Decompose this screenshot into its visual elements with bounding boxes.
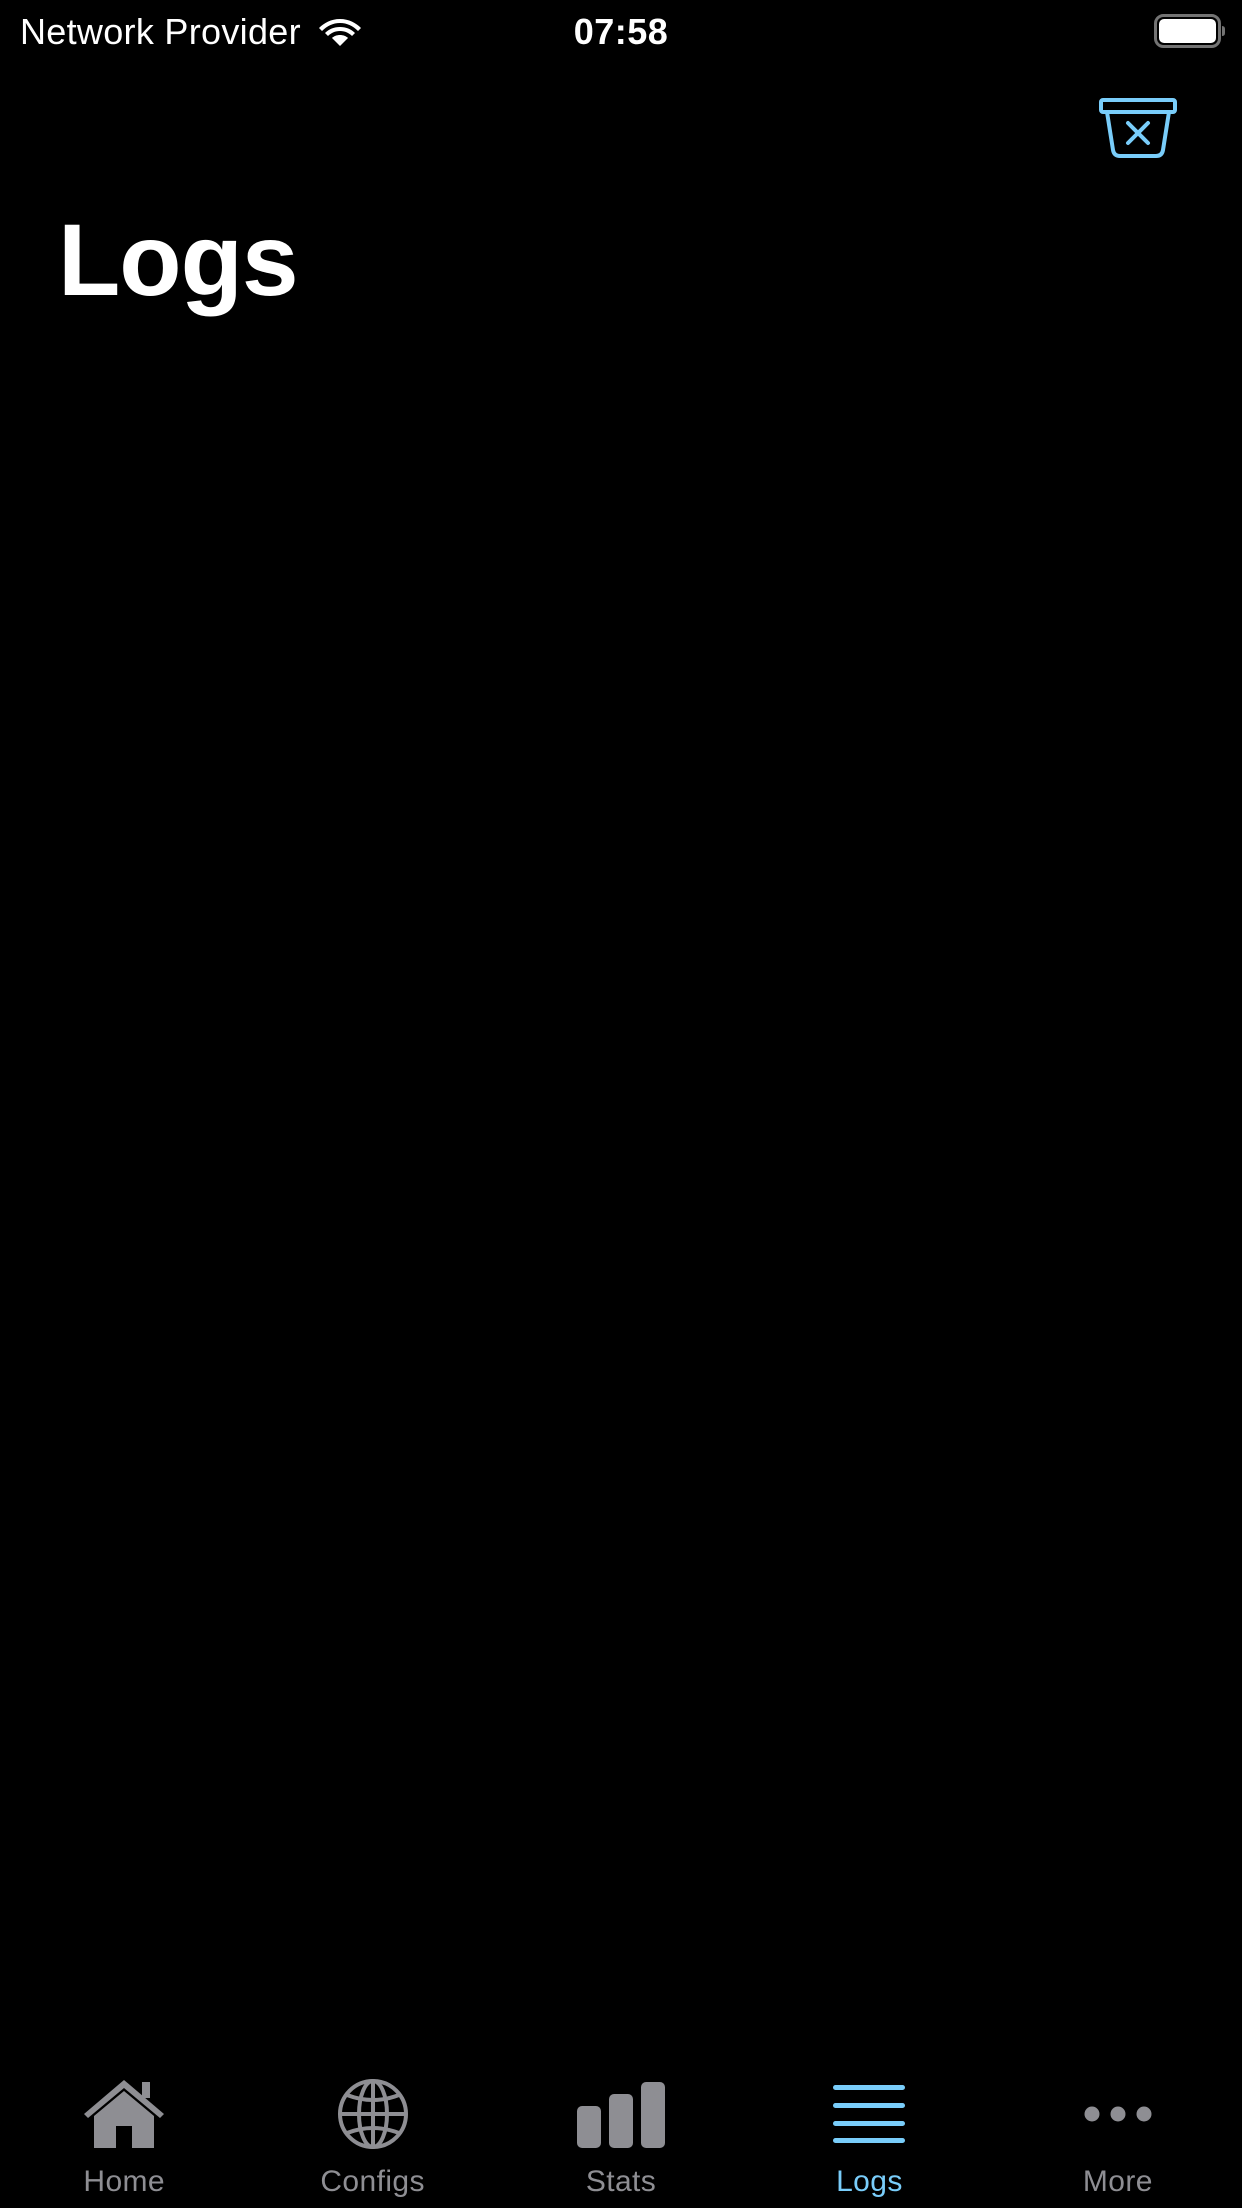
tab-label-more: More [1082, 2165, 1153, 2198]
tab-label-configs: Configs [320, 2165, 425, 2198]
page-title: Logs [58, 203, 299, 317]
clear-logs-button[interactable] [1092, 92, 1184, 164]
battery-icon [1154, 14, 1225, 48]
tab-configs[interactable]: Configs [248, 2040, 496, 2208]
tab-label-logs: Logs [836, 2165, 903, 2198]
log-list[interactable] [0, 340, 1242, 2040]
list-icon [833, 2085, 906, 2143]
tab-more[interactable]: More [994, 2040, 1242, 2208]
tab-logs[interactable]: Logs [745, 2040, 993, 2208]
house-icon [84, 2080, 165, 2148]
tab-label-home: Home [83, 2165, 166, 2198]
tab-home[interactable]: Home [0, 2040, 248, 2208]
tab-stats[interactable]: Stats [497, 2040, 745, 2208]
tab-label-stats: Stats [585, 2165, 657, 2198]
globe-icon [337, 2079, 408, 2149]
bar-chart-icon [577, 2082, 666, 2148]
status-bar: Network Provider 07:58 [0, 0, 1242, 64]
status-time: 07:58 [573, 11, 669, 52]
tab-bar: Home Configs Stats Logs More [0, 2040, 1242, 2208]
trash-clear-icon [1099, 98, 1177, 158]
ellipsis-icon [1084, 2106, 1152, 2122]
